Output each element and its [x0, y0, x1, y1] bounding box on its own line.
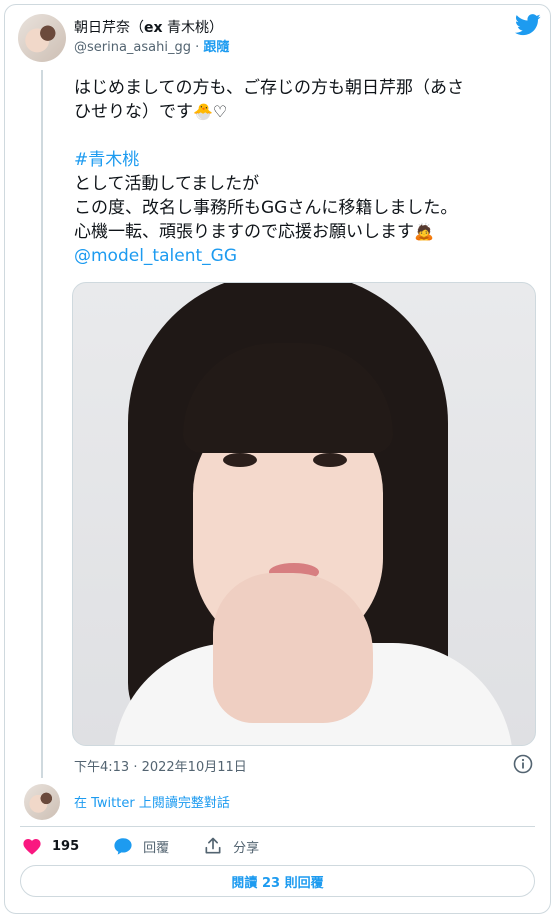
actions-divider: [20, 826, 535, 827]
photo-eye-left: [223, 453, 257, 467]
heart-icon: [23, 839, 41, 855]
tweet-photo[interactable]: [72, 282, 536, 746]
tweet-line-2: ひせりな）です🐣♡: [74, 102, 228, 122]
likes-count: 195: [52, 838, 80, 854]
reply-avatar[interactable]: [24, 784, 60, 820]
hashtag-link[interactable]: #青木桃: [74, 148, 536, 172]
tweet-line-4: として活動してましたが: [74, 174, 260, 194]
mention-link[interactable]: @model_talent_GG: [74, 244, 536, 268]
tweet-timestamp[interactable]: 下午4:13 · 2022年10月11日: [74, 756, 247, 775]
action-bar: 195 回覆 分享: [22, 834, 293, 858]
like-button[interactable]: 195: [22, 837, 79, 855]
read-conversation-link[interactable]: 在 Twitter 上閱讀完整對話: [74, 792, 230, 811]
share-label: 分享: [233, 840, 260, 856]
author-block: 朝日芹奈（ex 青木桃） @serina_asahi_gg · 跟隨: [74, 18, 229, 58]
chick-heart-emoji: 🐣♡: [193, 102, 228, 121]
twitter-bird-icon[interactable]: [515, 14, 541, 36]
tweet-line-1: はじめましての方も、ご存じの方も朝日芹那（あさ: [74, 78, 464, 98]
tweet-line-5: この度、改名し事務所もGGさんに移籍しました。: [74, 198, 458, 218]
reply-label: 回覆: [143, 840, 170, 856]
tweet-line-6: 心機一転、頑張りますので応援お願いします🙇: [74, 222, 434, 242]
author-name[interactable]: 朝日芹奈（ex 青木桃）: [74, 18, 229, 38]
share-icon: [205, 837, 221, 854]
handle-separator: ·: [195, 40, 200, 55]
photo-hand: [213, 573, 373, 723]
reply-bubble-icon: [114, 838, 132, 855]
read-replies-button[interactable]: 閱讀 23 則回覆: [20, 865, 535, 897]
bowing-emoji: 🙇: [414, 222, 434, 241]
author-handle[interactable]: @serina_asahi_gg: [74, 40, 191, 55]
photo-eye-right: [313, 453, 347, 467]
thread-line: [41, 70, 43, 778]
follow-button[interactable]: 跟隨: [203, 40, 229, 55]
info-icon[interactable]: [513, 754, 533, 774]
author-avatar[interactable]: [18, 14, 66, 62]
reply-button[interactable]: 回覆: [113, 837, 169, 856]
author-handle-row: @serina_asahi_gg · 跟隨: [74, 38, 229, 58]
share-button[interactable]: 分享: [203, 836, 259, 856]
tweet-text: はじめましての方も、ご存じの方も朝日芹那（あさ ひせりな）です🐣♡ #青木桃 と…: [74, 76, 536, 268]
